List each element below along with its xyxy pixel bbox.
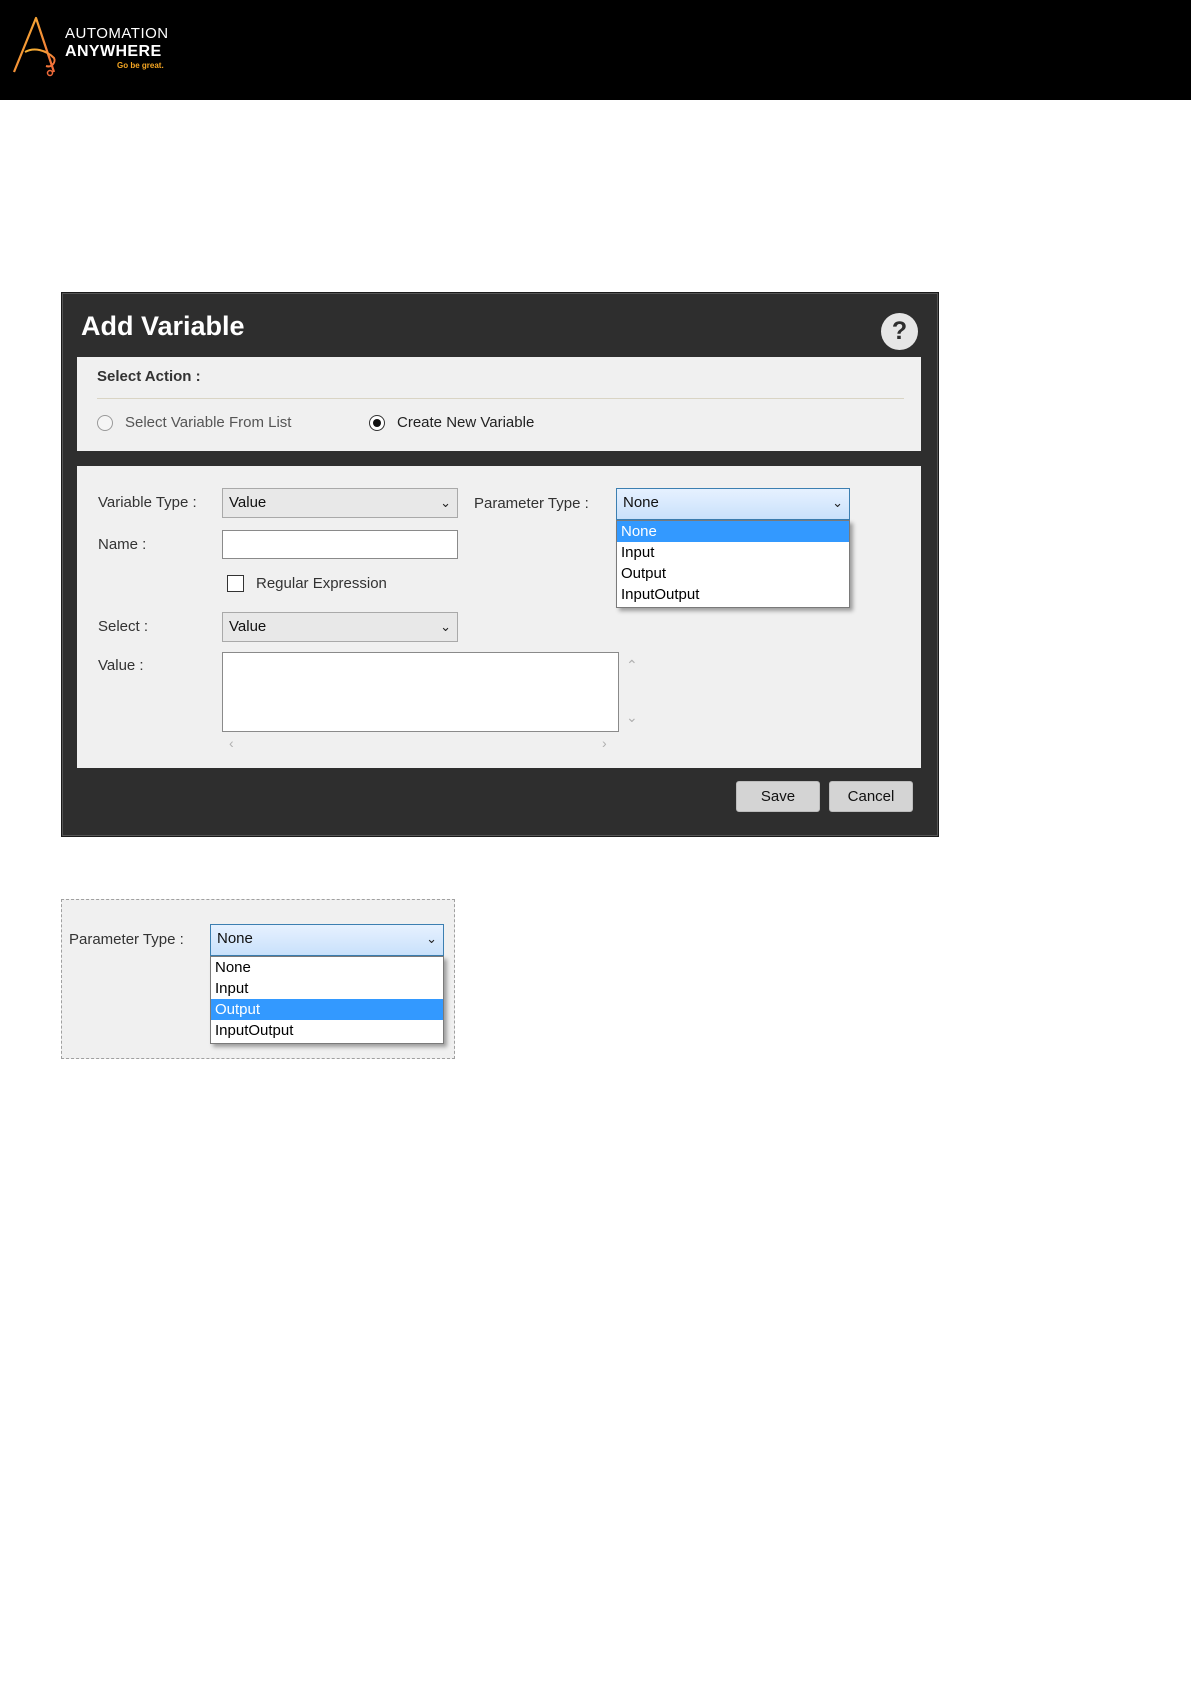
radio-create-new-variable[interactable]: Create New Variable [369,412,534,434]
radio-button[interactable] [97,415,113,431]
save-button[interactable]: Save [736,781,820,812]
dropdown-option-input[interactable]: Input [617,542,849,563]
variable-form-panel: Variable Type : Value ⌄ Parameter Type :… [77,466,921,768]
regular-expression-checkbox[interactable] [227,575,244,592]
chevron-down-icon: ⌄ [440,495,451,510]
value-label: Value : [98,657,144,674]
parameter-type-select[interactable]: None ⌄ [616,488,850,520]
variable-type-label: Variable Type : [98,494,197,511]
variable-type-select[interactable]: Value ⌄ [222,488,458,518]
select-value: Value [229,618,267,635]
parameter-type-select[interactable]: None ⌄ [210,924,444,956]
regular-expression-label: Regular Expression [256,575,387,592]
chevron-down-icon: ⌄ [426,931,437,946]
cancel-button[interactable]: Cancel [829,781,913,812]
automation-anywhere-logo [12,16,56,77]
dropdown-option-none[interactable]: None [211,957,443,978]
chevron-down-icon: ⌄ [832,495,843,510]
select-action-panel: Select Action : Select Variable From Lis… [77,357,921,451]
radio-button-checked[interactable] [369,415,385,431]
chevron-down-icon: ⌄ [440,619,451,634]
scroll-down-icon[interactable]: ⌄ [626,710,638,724]
dropdown-option-inputoutput[interactable]: InputOutput [211,1020,443,1041]
value-textarea[interactable] [222,652,619,732]
dropdown-option-input[interactable]: Input [211,978,443,999]
scroll-right-icon[interactable]: › [602,736,607,750]
select-action-label: Select Action : [97,368,201,385]
add-variable-dialog: Add Variable ? Select Action : Select Va… [61,292,939,837]
radio-label: Create New Variable [397,414,535,431]
brand-line2: ANYWHERE [65,43,162,60]
radio-select-from-list[interactable]: Select Variable From List [97,412,291,434]
name-label: Name : [98,536,147,553]
parameter-type-dropdown: None Input Output InputOutput [210,956,444,1044]
brand-line1: AUTOMATION [65,25,169,42]
radio-label: Select Variable From List [125,414,292,431]
dropdown-option-none[interactable]: None [617,521,849,542]
dropdown-option-inputoutput[interactable]: InputOutput [617,584,849,605]
scroll-up-icon[interactable]: ⌃ [626,658,638,672]
parameter-type-detail-inset: Parameter Type : None ⌄ None Input Outpu… [61,899,455,1059]
dropdown-option-output[interactable]: Output [617,563,849,584]
help-icon[interactable]: ? [881,313,918,350]
parameter-type-dropdown: None Input Output InputOutput [616,520,850,608]
dialog-title: Add Variable [81,311,245,341]
select-label: Select : [98,618,149,635]
brand-tagline: Go be great. [117,61,164,70]
parameter-type-value: None [623,494,659,511]
name-input[interactable] [222,530,458,559]
parameter-type-label: Parameter Type : [474,495,589,512]
header-banner: AUTOMATION ANYWHERE Go be great. [0,0,1191,100]
parameter-type-label: Parameter Type : [69,931,184,948]
brand-logo: AUTOMATION ANYWHERE Go be great. [10,14,185,78]
select-dropdown[interactable]: Value ⌄ [222,612,458,642]
variable-type-value: Value [229,494,267,511]
divider [97,398,904,399]
scroll-left-icon[interactable]: ‹ [229,736,234,750]
dropdown-option-output[interactable]: Output [211,999,443,1020]
parameter-type-value: None [217,930,253,947]
